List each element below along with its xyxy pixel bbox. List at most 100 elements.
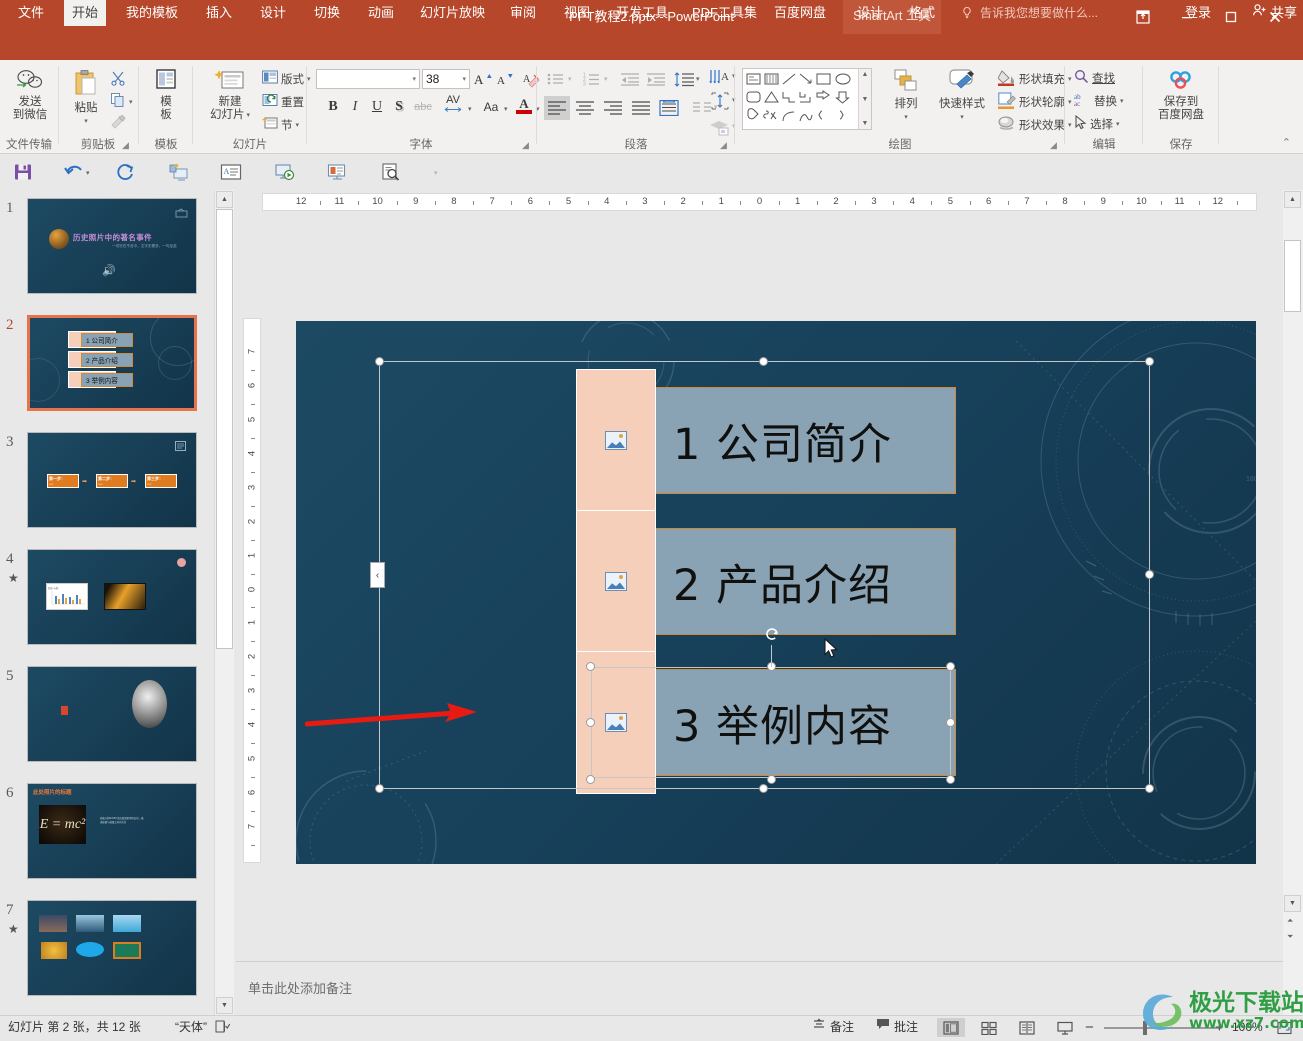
shapes-more-icon[interactable]: ▼ [862,120,869,127]
line-spacing-caret[interactable]: ▾ [696,75,700,83]
scroll-up-button[interactable]: ▲ [216,191,233,208]
section-dropdown-caret[interactable]: ▾ [296,121,300,129]
thumbnail-panel-scrollbar[interactable]: ▲ ▼ [214,190,234,1015]
quick-styles-caret[interactable]: ▾ [960,111,964,124]
ribbon-display-options-icon[interactable] [1121,2,1165,32]
thumbnail-canvas[interactable]: 1 公司简介 2 产品介绍 3 举例内容 [27,315,197,411]
tab-insert[interactable]: 插入 [198,0,240,26]
slide-position-indicator[interactable]: 幻灯片 第 2 张，共 12 张 [8,1016,141,1039]
start-presentation-button[interactable] [166,159,192,185]
increase-font-size-button[interactable]: A [472,68,494,90]
align-left-button[interactable] [544,96,570,120]
undo-button[interactable] [62,159,88,185]
node-handle-top-right[interactable] [946,662,955,671]
node-handle-middle-right[interactable] [946,718,955,727]
font-size-caret[interactable]: ▾ [462,75,466,83]
thumbnail-slide-3[interactable]: 3 第一步： xxx ➡ 第二步： xxx ➡ 第三步： xxx [0,432,214,537]
node-handle-middle-left[interactable] [586,718,595,727]
bold-button[interactable]: B [322,96,344,118]
shapes-scroll-down-icon[interactable]: ▼ [862,96,869,103]
new-slide-button[interactable]: 新建 幻灯片 ▾ [206,68,254,122]
previous-slide-button[interactable]: ⏶ [1287,916,1293,926]
decrease-indent-button[interactable] [618,68,642,90]
tab-smartart-design[interactable]: 设计 [849,0,891,26]
reading-view-button[interactable] [1013,1018,1041,1037]
tab-smartart-format[interactable]: 格式 [901,0,943,26]
tab-file[interactable]: 文件 [10,0,52,26]
node-handle-top-left[interactable] [586,662,595,671]
arrange-button[interactable]: 排列 ▾ [884,68,928,124]
comments-button[interactable]: 批注 [876,1016,918,1039]
selection-handle-bottom-right[interactable] [1145,784,1154,793]
thumbnail-canvas[interactable]: 历史照片中的著名事件 一切尽在不言中，文字无需多，一句足矣 🔊 [27,198,197,294]
thumbnail-slide-2[interactable]: 2 1 公司简介 2 产品介绍 3 举例内容 [0,315,214,420]
thumbnail-canvas[interactable] [27,900,197,996]
clipboard-dialog-launcher[interactable]: ◢ [122,140,133,151]
sign-in-button[interactable]: 登录 [1185,0,1211,26]
thumbnail-slide-4[interactable]: 4 ★ 图表 标题 [0,549,214,654]
text-shadow-button[interactable]: S [388,96,410,118]
thumbnail-slide-7[interactable]: 7 ★ [0,900,214,1005]
node-handle-bottom-left[interactable] [586,775,595,784]
new-slide-dropdown-caret[interactable]: ▾ [246,109,250,122]
arrange-caret[interactable]: ▾ [904,111,908,124]
tab-design[interactable]: 设计 [252,0,294,26]
scroll-down-button[interactable]: ▼ [216,997,233,1014]
customize-qat-caret[interactable]: ▾ [434,169,438,177]
tab-developer[interactable]: 开发工具 [608,0,676,26]
tell-me-search[interactable]: 告诉我您想要做什么... [980,0,1098,26]
thumbnail-slide-6[interactable]: 6 此处照片的标题 E = mc² 质能方程E=MC²是由爱因斯坦提出的，描述质… [0,783,214,888]
bullets-button[interactable] [544,68,568,90]
chevron-up-icon[interactable]: ⌃ [1282,136,1291,149]
thumbnail-slide-5[interactable]: 5 [0,666,214,771]
smartart-text-pane-toggle[interactable]: ‹ [370,562,385,588]
normal-view-button[interactable] [937,1018,965,1037]
shapes-gallery-items[interactable] [743,69,871,129]
underline-button[interactable]: U [366,96,388,118]
tab-animations[interactable]: 动画 [360,0,402,26]
increase-indent-button[interactable] [644,68,668,90]
tab-review[interactable]: 审阅 [502,0,544,26]
slide-area-scrollbar[interactable]: ▲ ▼ ⏶ ⏷ [1283,190,1303,1015]
copy-button[interactable]: ▾ [110,92,133,111]
line-spacing-button[interactable] [672,68,696,90]
find-button[interactable]: 查找 [1074,69,1115,87]
justify-button[interactable] [628,96,654,120]
paste-button[interactable]: 粘贴 ▾ [68,68,104,128]
format-painter-button[interactable] [110,114,128,133]
tab-baidu-netdisk[interactable]: 百度网盘 [766,0,834,26]
select-caret[interactable]: ▾ [1116,120,1120,128]
replace-caret[interactable]: ▾ [1120,97,1124,105]
save-to-baidu-button[interactable]: 保存到 百度网盘 [1154,68,1208,122]
scroll-down-button[interactable]: ▼ [1284,895,1301,912]
change-case-caret[interactable]: ▾ [504,105,508,113]
numbering-button[interactable]: 123 [580,68,604,90]
cut-button[interactable] [110,70,126,89]
node-handle-bottom-center[interactable] [767,775,776,784]
select-button[interactable]: 选择 ▾ [1074,114,1120,133]
thumbnail-slide-1[interactable]: 1 历史照片中的著名事件 一切尽在不言中，文字无需多，一句足矣 🔊 [0,198,214,303]
print-preview-button[interactable] [378,159,404,185]
columns-caret[interactable]: ▾ [714,103,718,111]
fit-to-window-icon[interactable] [1277,1021,1292,1038]
zoom-slider-thumb[interactable] [1143,1021,1147,1035]
copy-dropdown-caret[interactable]: ▾ [129,98,133,106]
notes-pane[interactable]: 单击此处添加备注 [236,961,1283,1015]
thumbnail-canvas[interactable]: 第一步： xxx ➡ 第二步： xxx ➡ 第三步： xxx [27,432,197,528]
maximize-button[interactable] [1209,2,1253,32]
selection-handle-bottom-center[interactable] [759,784,768,793]
slideshow-button[interactable] [1051,1018,1079,1037]
zoom-out-button[interactable]: − [1085,1016,1094,1039]
section-button[interactable]: 节 ▾ [261,116,300,133]
scrollbar-thumb[interactable] [1284,240,1301,312]
scrollbar-thumb[interactable] [216,209,233,649]
undo-dropdown-caret[interactable]: ▾ [86,169,90,177]
tab-slideshow[interactable]: 幻灯片放映 [412,0,493,26]
zoom-level-label[interactable]: 100% [1232,1016,1263,1039]
character-spacing-button[interactable]: AV [438,93,468,115]
send-to-wechat-button[interactable]: 发送 到微信 [9,68,51,122]
strikethrough-button[interactable]: abc [410,96,436,118]
bullets-caret[interactable]: ▾ [568,75,572,83]
insert-textbox-button[interactable]: A [218,159,244,185]
shapes-gallery[interactable]: ▲ ▼ ▼ [742,68,872,130]
